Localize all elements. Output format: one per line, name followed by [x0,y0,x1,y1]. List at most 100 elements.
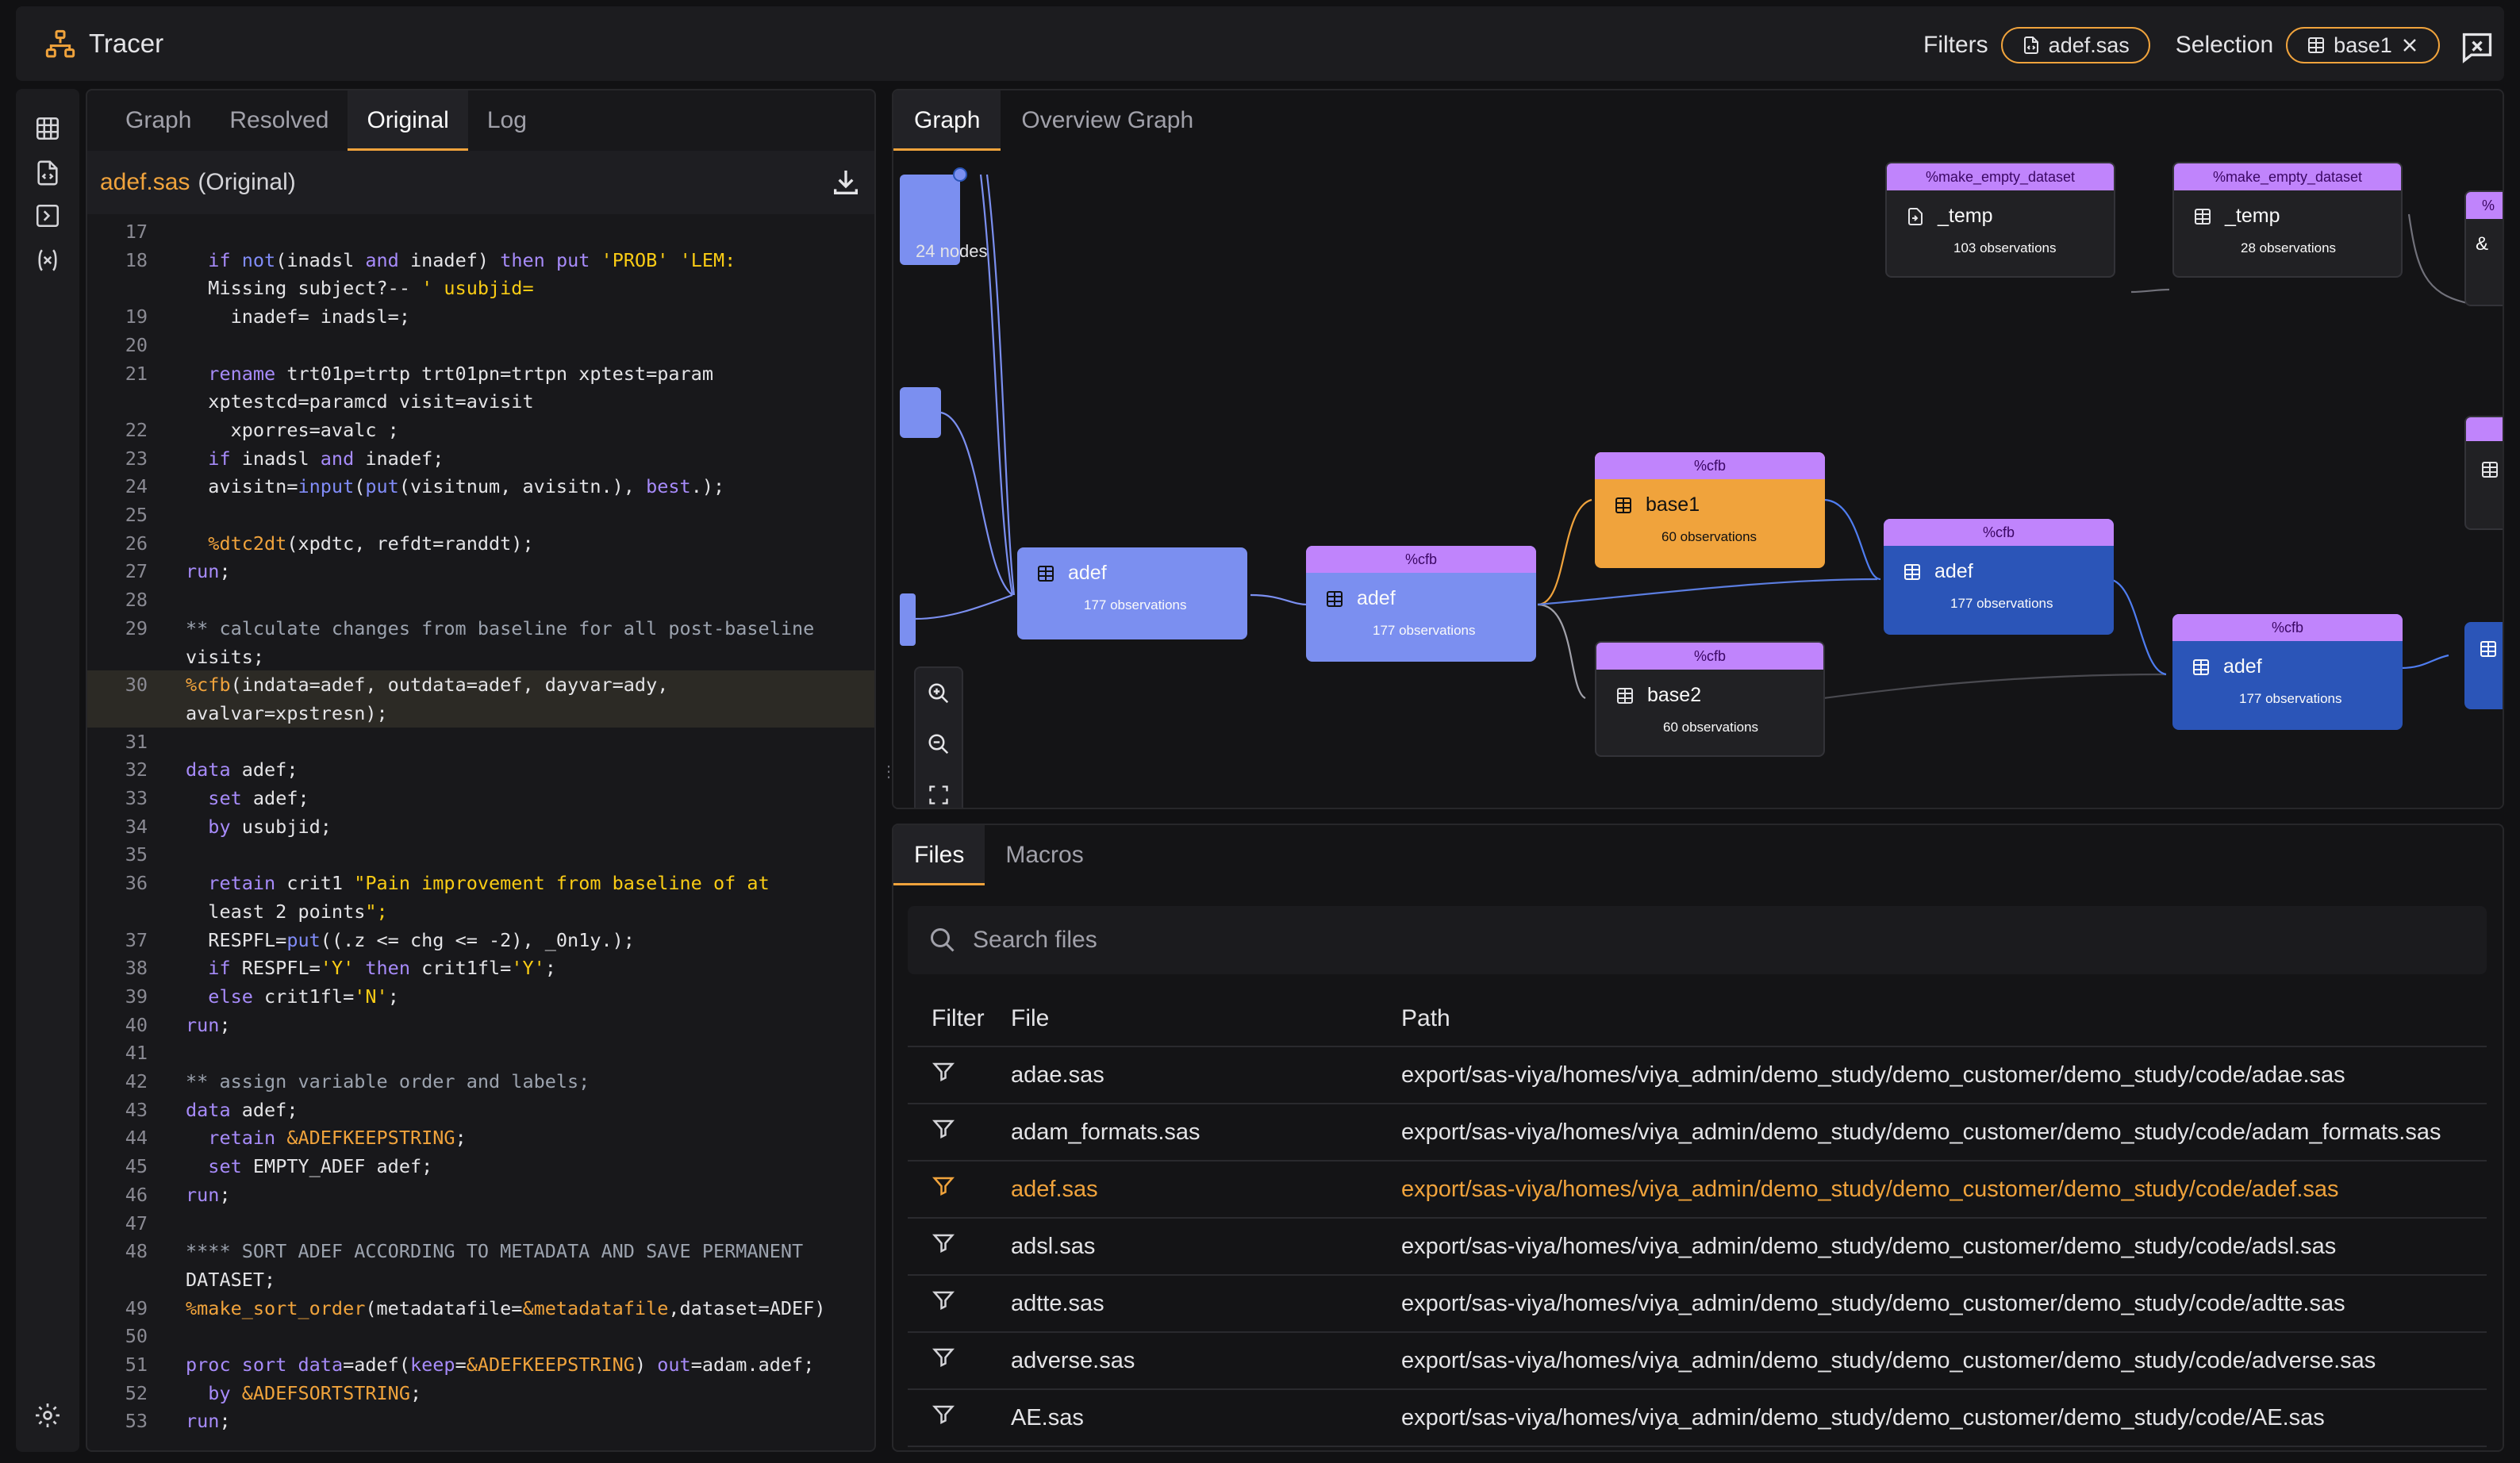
table-row[interactable]: adverse.sas export/sas-viya/homes/viya_ad… [908,1333,2487,1390]
line-number: 46 [125,1183,148,1206]
graph-node[interactable]: %cfb adef 177 observations [1884,519,2114,635]
tab-files[interactable]: Files [893,825,985,885]
code-line: 26 %dtc2dt(xpdtc, refdt=randdt); [87,529,874,558]
code-line: visits; [87,643,874,671]
download-icon[interactable] [830,167,862,198]
graph-node-partial[interactable] [2464,416,2503,530]
filter-cell[interactable] [908,1288,1011,1319]
table-row[interactable]: adam_formats.sas export/sas-viya/homes/vi… [908,1104,2487,1162]
filter-cell[interactable] [908,1174,1011,1204]
filter-icon[interactable] [932,1403,955,1427]
app: Tracer Filters adef.sas Selection base1 … [0,0,2504,1463]
code-text: **** SORT ADEF ACCORDING TO METADATA AND… [186,1240,804,1263]
filter-icon[interactable] [932,1346,955,1369]
filter-cell[interactable] [908,1403,1011,1433]
graph-node-partial[interactable] [900,593,916,646]
lineage-graph[interactable]: 24 nodes adef 177 observations %cfb adef 1… [893,151,2503,808]
rail-terminal-button[interactable] [30,198,65,233]
filter-cell[interactable] [908,1231,1011,1261]
zoom-in-button[interactable] [916,668,962,719]
tab-graph-view[interactable]: Graph [893,90,1001,151]
code-line: 18 if not(inadsl and inadef) then put 'P… [87,246,874,275]
code-line: 46 run; [87,1181,874,1209]
table-row[interactable]: adae.sas export/sas-viya/homes/viya_admin… [908,1047,2487,1104]
node-count: 24 nodes [916,241,988,261]
node-name: adef [1934,560,1973,582]
file-name-cell[interactable]: adae.sas [1011,1062,1401,1089]
code-line: 35 [87,840,874,869]
table-row[interactable]: AE.sas export/sas-viya/homes/viya_admin/d… [908,1390,2487,1447]
close-icon[interactable] [2400,36,2419,55]
table-row[interactable]: adtte.sas export/sas-viya/homes/viya_admi… [908,1276,2487,1333]
tab-macros[interactable]: Macros [985,825,1104,885]
code-view[interactable]: 17 18 if not(inadsl and inadef) then put … [87,217,874,1450]
tab-graph[interactable]: Graph [106,90,210,151]
settings-button[interactable] [30,1398,65,1433]
filter-icon[interactable] [932,1174,955,1198]
filter-chip[interactable]: adef.sas [2000,27,2150,63]
file-name-cell[interactable]: adtte.sas [1011,1291,1401,1317]
node-macro-strip [2466,417,2503,441]
zoom-out-button[interactable] [916,719,962,770]
fit-view-button[interactable] [916,770,962,808]
graph-node[interactable]: %make_empty_dataset _temp 103 observation… [1885,162,2115,278]
file-name-cell[interactable]: adverse.sas [1011,1348,1401,1374]
table-header: Filter File Path [908,992,2487,1047]
file-name-cell[interactable]: AE.sas [1011,1405,1401,1431]
graph-node-partial[interactable] [2464,622,2503,709]
search-bar [908,906,2487,974]
graph-node[interactable]: %cfb base2 60 observations [1595,641,1825,757]
search-input[interactable] [973,927,2401,954]
line-number: 22 [125,418,148,441]
table-row[interactable]: adef.sas export/sas-viya/homes/viya_admin… [908,1162,2487,1219]
filter-cell[interactable] [908,1117,1011,1147]
filter-icon[interactable] [932,1288,955,1312]
graph-node[interactable]: %cfb adef 177 observations [1306,546,1536,662]
graph-node-selected[interactable]: %cfb base1 60 observations [1595,452,1825,568]
code-line: 22 xporres=avalc ; [87,416,874,444]
graph-node[interactable]: adef 177 observations [1017,547,1247,639]
code-line: 53 run; [87,1407,874,1435]
code-line: 43 data adef; [87,1096,874,1124]
table-row[interactable]: adsl.sas export/sas-viya/homes/viya_admin… [908,1219,2487,1276]
rail-variables-button[interactable] [30,243,65,278]
line-number: 19 [125,305,148,328]
rail-tables-button[interactable] [30,111,65,146]
node-macro: %cfb [1595,452,1825,479]
graph-node[interactable]: %cfb adef 177 observations [2172,614,2403,730]
file-name-cell[interactable]: adsl.sas [1011,1234,1401,1260]
table-icon [2193,659,2209,675]
code-line: 52 by &ADEFSORTSTRING; [87,1379,874,1407]
code-line: 17 [87,217,874,246]
filter-icon[interactable] [932,1231,955,1255]
code-line: 24 avisitn=input(put(visitnum, avisitn.)… [87,472,874,501]
node-observations: 60 observations [1661,529,1757,544]
line-number: 20 [125,333,148,356]
line-number: 52 [125,1381,148,1404]
table-icon [1617,687,1633,704]
line-number: 49 [125,1296,148,1319]
filter-cell[interactable] [908,1060,1011,1090]
filter-cell[interactable] [908,1346,1011,1376]
tab-overview-graph[interactable]: Overview Graph [1001,90,1214,151]
fit-view-icon [929,785,948,804]
tab-log[interactable]: Log [468,90,546,151]
filter-icon[interactable] [932,1060,955,1084]
code-line: 29 ** calculate changes from baseline for… [87,614,874,643]
file-path-cell: export/sas-viya/homes/viya_admin/demo_st… [1401,1404,2325,1430]
code-line: 51 proc sort data=adef(keep=&ADEFKEEPSTRI… [87,1350,874,1379]
selection-chip[interactable]: base1 [2286,27,2440,63]
filter-chip-label: adef.sas [2048,33,2130,57]
filter-icon[interactable] [932,1117,955,1141]
file-name-cell[interactable]: adam_formats.sas [1011,1119,1401,1146]
tab-resolved[interactable]: Resolved [210,90,348,151]
table-icon [36,117,60,140]
graph-node-partial[interactable] [900,387,941,438]
graph-node-partial[interactable]: % & [2464,190,2503,306]
feedback-icon[interactable] [2460,30,2495,65]
code-text: xporres=avalc ; [186,418,399,441]
graph-node[interactable]: %make_empty_dataset _temp 28 observations [2172,162,2403,278]
file-name-cell[interactable]: adef.sas [1011,1177,1401,1203]
rail-files-button[interactable] [30,156,65,190]
tab-original[interactable]: Original [348,90,468,151]
